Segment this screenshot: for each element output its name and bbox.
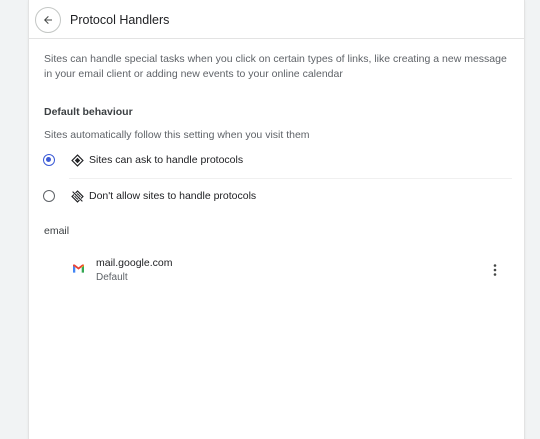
back-button[interactable] xyxy=(35,7,61,33)
arrow-back-icon xyxy=(44,16,52,24)
option-block-label: Don't allow sites to handle protocols xyxy=(89,190,257,202)
more-actions-button[interactable] xyxy=(486,260,504,280)
default-behaviour-title: Default behaviour xyxy=(44,106,133,118)
page-header: Protocol Handlers xyxy=(35,6,169,34)
default-behaviour-subtitle: Sites automatically follow this setting … xyxy=(44,129,310,141)
protocol-handler-icon xyxy=(70,153,84,167)
option-allow-protocols[interactable]: Sites can ask to handle protocols xyxy=(43,149,243,171)
handler-group-label: email xyxy=(44,225,70,237)
radio-button-selected[interactable] xyxy=(43,154,55,166)
handler-site-name: mail.google.com xyxy=(96,257,173,269)
option-allow-label: Sites can ask to handle protocols xyxy=(89,154,244,166)
option-divider xyxy=(69,178,512,179)
settings-card: Protocol Handlers Sites can handle speci… xyxy=(29,0,524,439)
radio-button-unselected[interactable] xyxy=(43,190,55,202)
page-description: Sites can handle special tasks when you … xyxy=(44,53,507,80)
header-divider xyxy=(29,38,524,39)
option-block-protocols[interactable]: Don't allow sites to handle protocols xyxy=(43,185,256,207)
more-vert-icon xyxy=(493,264,497,276)
gmail-icon xyxy=(73,264,84,273)
handler-status: Default xyxy=(96,272,128,283)
handler-row: mail.google.com Default xyxy=(69,252,509,288)
protocol-handler-off-icon xyxy=(70,189,84,203)
page-title: Protocol Handlers xyxy=(70,13,170,27)
